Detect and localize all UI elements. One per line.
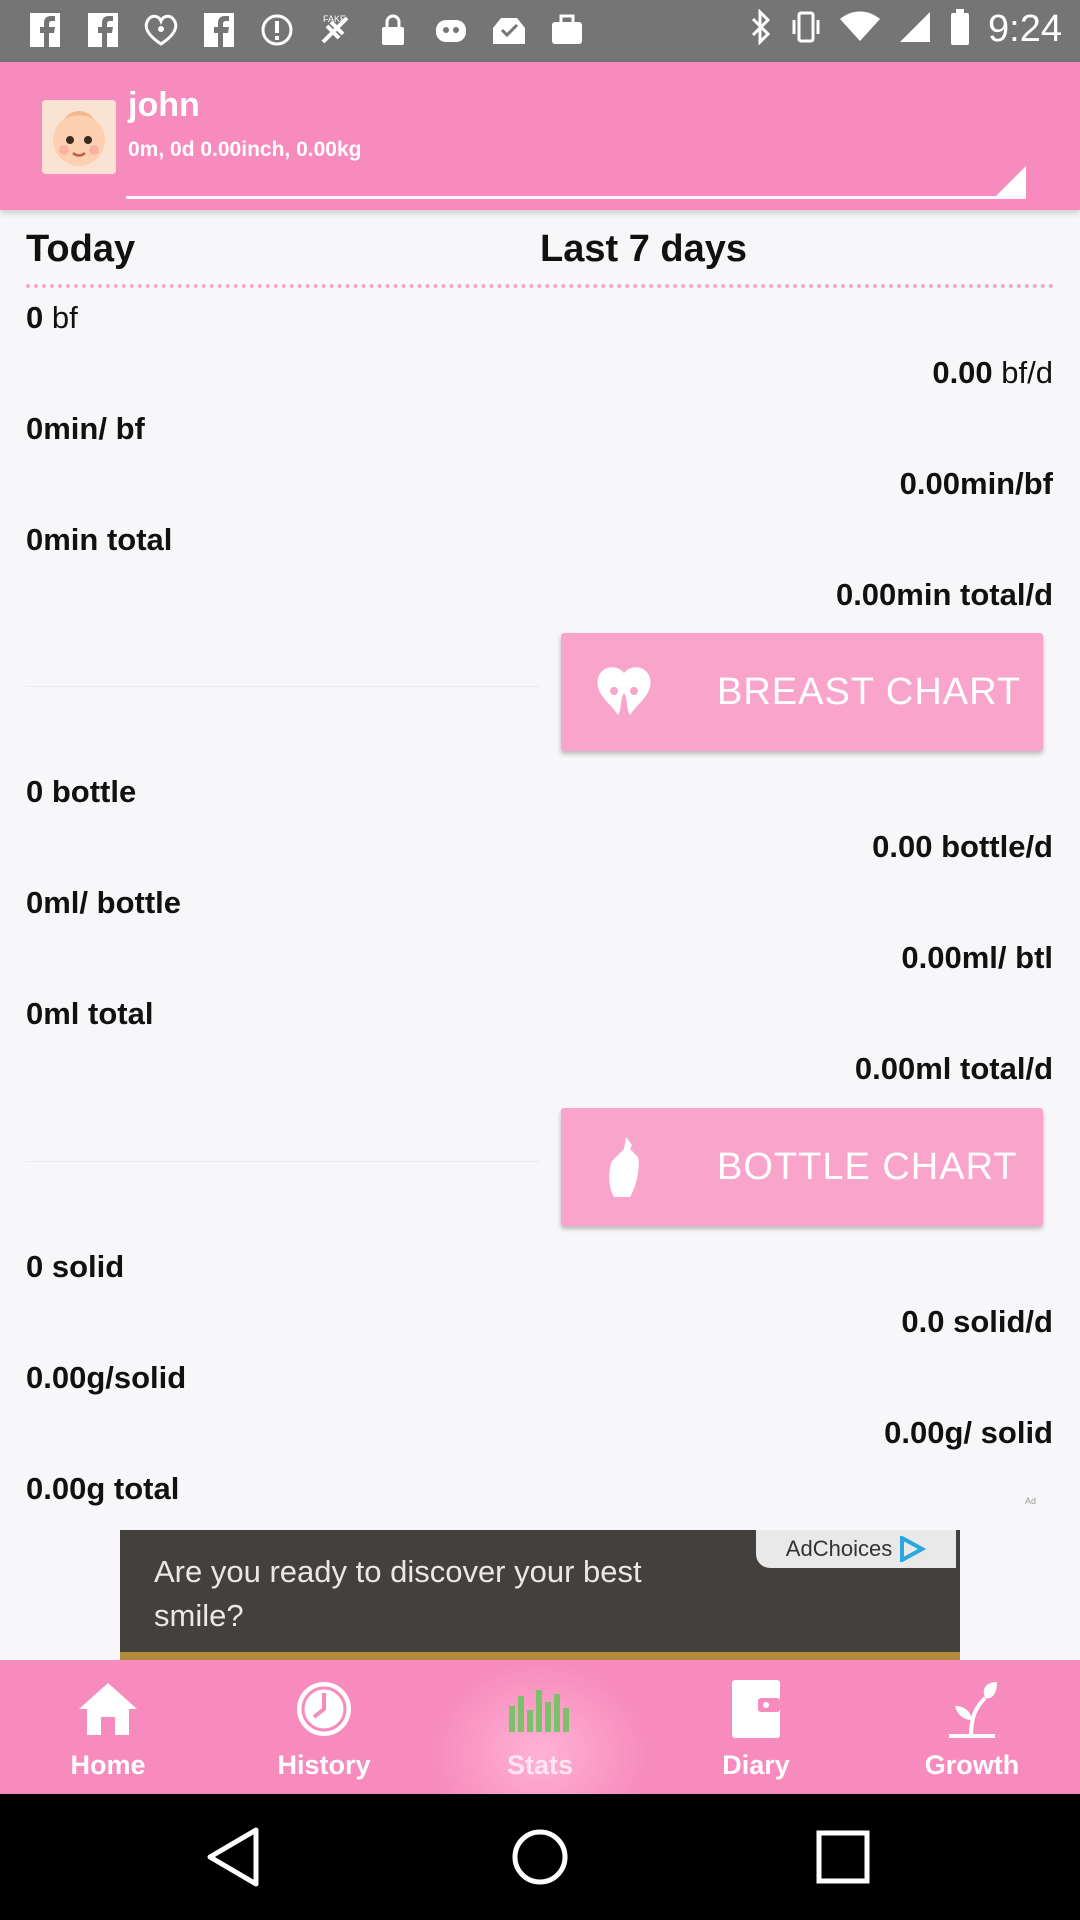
facebook-icon [200, 10, 238, 50]
adchoices-button[interactable]: AdChoices [756, 1530, 956, 1568]
system-status: 9:24 [750, 8, 1062, 51]
baby-avatar [42, 100, 116, 174]
sprout-icon [937, 1678, 1007, 1740]
avg-bf-per-day-value: 0.00 [932, 355, 993, 390]
lock-icon [374, 10, 412, 50]
nav-growth[interactable]: Growth [864, 1660, 1080, 1794]
today-solid-total: 0.00g total [26, 1471, 180, 1506]
system-navigation-bar [0, 1794, 1080, 1920]
facebook-icon [26, 10, 64, 50]
dropdown-triangle-icon[interactable] [996, 166, 1026, 196]
avg-solid-per-day: 0.0 solid/d [901, 1304, 1053, 1339]
today-bf-count: 0 bf [26, 300, 78, 336]
bag-icon [548, 10, 586, 50]
wifi-icon [840, 11, 881, 48]
today-bf-count-value: 0 [26, 300, 44, 335]
nav-stats-label: Stats [506, 1750, 574, 1780]
diary-icon [721, 1678, 791, 1740]
child-profile-header[interactable]: john 0m, 0d 0.00inch, 0.00kg [0, 62, 1080, 210]
avg-bf-total: 0.00min total/d [835, 577, 1053, 612]
today-bottle-count: 0 bottle [26, 774, 137, 809]
avg-bf-per-day: 0.00 bf/d [932, 355, 1053, 391]
header-divider [26, 284, 1054, 288]
battery-icon [950, 9, 970, 50]
today-heading: Today [26, 228, 136, 270]
bottle-chart-label: BOTTLE CHART [717, 1145, 1018, 1188]
divider [26, 686, 541, 687]
clock-icon [289, 1678, 359, 1740]
bottom-navigation: Home History Stats Diary Growth [0, 1660, 1080, 1794]
breast-icon [589, 657, 659, 727]
ad-banner[interactable]: Are you ready to discover your best smil… [120, 1530, 960, 1660]
today-ml-per-bottle: 0ml/ bottle [26, 885, 182, 920]
ad-bottom-strip [120, 1652, 960, 1660]
adchoices-label: AdChoices [785, 1536, 893, 1561]
status-bar: FAKE 9:24 [0, 0, 1080, 62]
nav-diary[interactable]: Diary [648, 1660, 864, 1794]
nav-history-label: History [277, 1750, 371, 1780]
home-icon [73, 1678, 143, 1740]
divider [26, 1161, 541, 1162]
iheartradio-icon [142, 10, 180, 50]
adchoices-icon [900, 1536, 927, 1562]
avg-bottle-per-day: 0.00 bottle/d [872, 829, 1053, 864]
breast-chart-label: BREAST CHART [717, 670, 1022, 713]
child-details: 0m, 0d 0.00inch, 0.00kg [128, 138, 362, 161]
spinner-underline [126, 196, 1026, 199]
child-name: john [128, 86, 200, 124]
ad-text: Are you ready to discover your best smil… [154, 1554, 642, 1633]
inbox-icon [490, 10, 528, 50]
vibrate-icon [790, 10, 822, 49]
signal-icon [898, 10, 932, 49]
clock-time: 9:24 [988, 8, 1062, 50]
back-icon[interactable] [202, 1822, 272, 1892]
avg-min-per-bf: 0.00min/bf [899, 466, 1053, 501]
nav-home-label: Home [70, 1750, 146, 1780]
app-icon [432, 10, 470, 50]
notification-icons: FAKE [26, 10, 586, 50]
svg-text:FAKE: FAKE [323, 14, 346, 24]
info-icon [258, 10, 296, 50]
breast-chart-button[interactable]: BREAST CHART [561, 633, 1043, 751]
bar-chart-icon [505, 1678, 575, 1740]
facebook-icon [84, 10, 122, 50]
avg-ml-per-bottle: 0.00ml/ btl [901, 940, 1053, 975]
today-ml-total: 0ml total [26, 996, 154, 1031]
nav-history[interactable]: History [216, 1660, 432, 1794]
fake-gps-icon: FAKE [316, 10, 354, 50]
nav-stats[interactable]: Stats [432, 1660, 648, 1794]
bottle-icon [589, 1132, 659, 1202]
avg-bf-per-day-unit: bf/d [992, 355, 1053, 390]
today-min-per-bf: 0min/ bf [26, 411, 145, 446]
today-solid-count: 0 solid [26, 1249, 125, 1284]
bluetooth-icon [750, 8, 772, 50]
nav-home[interactable]: Home [0, 1660, 216, 1794]
avg-ml-total: 0.00ml total/d [854, 1051, 1053, 1086]
last-7-days-heading: Last 7 days [540, 228, 747, 270]
stats-content: Today Last 7 days 0 bf 0.00 bf/d 0min/ b… [0, 210, 1080, 1530]
recents-icon[interactable] [808, 1822, 878, 1892]
ad-marker: Ad [1024, 1496, 1036, 1506]
bottle-chart-button[interactable]: BOTTLE CHART [561, 1108, 1043, 1226]
nav-growth-label: Growth [924, 1750, 1020, 1780]
today-g-per-solid: 0.00g/solid [26, 1360, 187, 1395]
avg-g-per-solid: 0.00g/ solid [884, 1415, 1053, 1450]
today-bf-total: 0min total [26, 522, 173, 557]
home-circle-icon[interactable] [505, 1822, 575, 1892]
today-bf-count-unit: bf [43, 300, 78, 335]
nav-diary-label: Diary [722, 1750, 790, 1780]
